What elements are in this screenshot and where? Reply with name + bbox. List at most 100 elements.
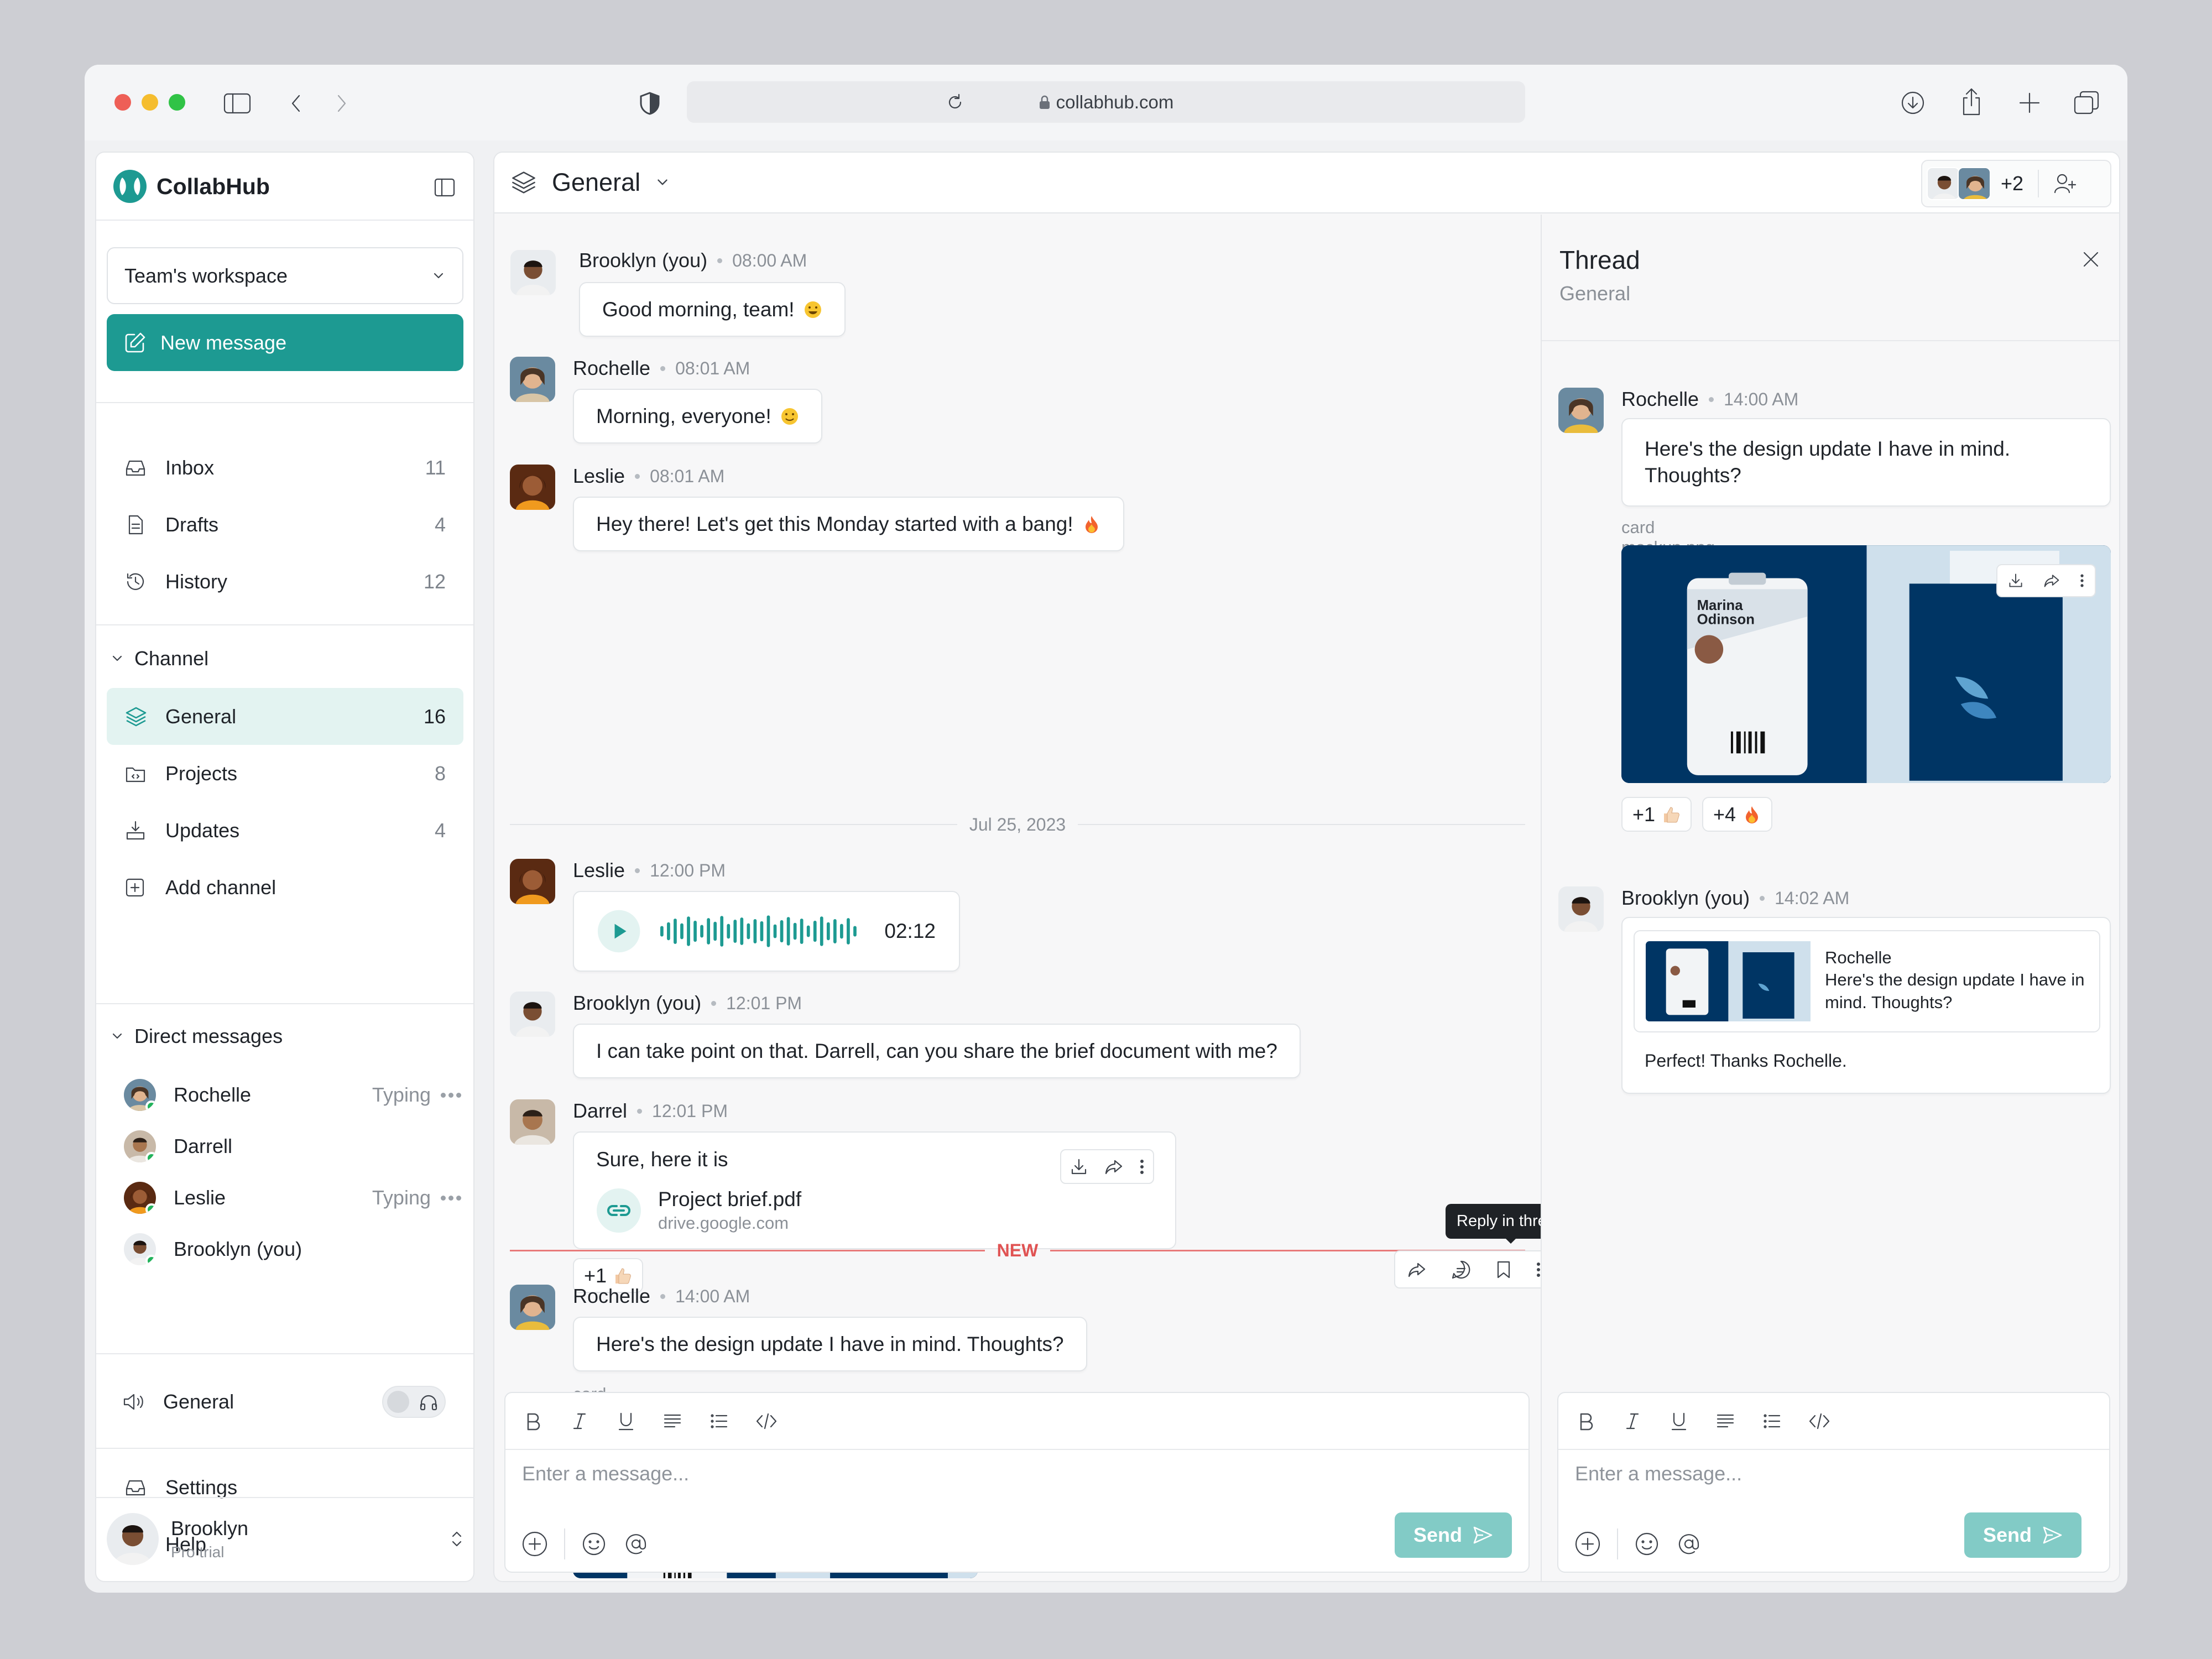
more-icon[interactable] — [1139, 1157, 1145, 1176]
member-avatar — [1958, 167, 1991, 200]
play-button-icon[interactable] — [597, 909, 640, 954]
avatar — [510, 357, 555, 402]
download-icon[interactable] — [1900, 90, 1926, 116]
sidebar-toggle-icon[interactable] — [223, 92, 252, 114]
add-channel-button[interactable]: Add channel — [107, 859, 463, 916]
channel-projects[interactable]: Projects 8 — [107, 745, 463, 802]
message-bubble[interactable]: Hey there! Let's get this Monday started… — [573, 497, 1124, 551]
list-icon[interactable] — [1762, 1411, 1782, 1431]
close-thread-icon[interactable] — [2080, 249, 2101, 270]
message-hover-actions — [1394, 1250, 1554, 1288]
download-icon[interactable] — [1070, 1157, 1088, 1176]
italic-icon[interactable] — [1623, 1411, 1642, 1431]
reload-icon[interactable] — [945, 92, 965, 112]
maximize-window-button[interactable] — [169, 94, 185, 111]
emoji-picker-icon[interactable] — [581, 1531, 607, 1557]
mention-icon[interactable] — [1676, 1531, 1702, 1557]
audio-waveform[interactable] — [660, 914, 861, 949]
nav-inbox[interactable]: Inbox 11 — [107, 439, 463, 496]
forward-icon[interactable] — [335, 92, 348, 114]
dm-leslie[interactable]: Leslie Typing — [124, 1176, 461, 1220]
online-indicator — [145, 1152, 156, 1162]
message-bubble[interactable]: Here's the design update I have in mind.… — [573, 1317, 1087, 1371]
image-attachment[interactable]: Marina Odinson — [1621, 545, 2111, 783]
message-input[interactable]: Enter a message... — [522, 1462, 689, 1485]
new-message-label: New message — [160, 331, 287, 354]
voice-channel-general[interactable]: General — [107, 1373, 463, 1430]
channel-switcher[interactable]: General — [510, 168, 670, 197]
layers-icon — [126, 707, 147, 726]
message-author: Leslie — [573, 859, 625, 881]
bold-icon[interactable] — [523, 1411, 543, 1431]
back-icon[interactable] — [289, 92, 302, 114]
italic-icon[interactable] — [570, 1411, 589, 1431]
message-bubble[interactable]: Rochelle Here's the design update I have… — [1621, 917, 2111, 1094]
file-attachment[interactable]: Project brief.pdf drive.google.com — [596, 1188, 801, 1233]
bookmark-icon[interactable] — [1495, 1260, 1512, 1280]
add-attachment-icon[interactable] — [1574, 1530, 1601, 1558]
forward-icon[interactable] — [2043, 572, 2060, 589]
channel-general[interactable]: General 16 — [107, 688, 463, 745]
minimize-window-button[interactable] — [142, 94, 158, 111]
align-icon[interactable] — [662, 1411, 682, 1431]
voice-toggle[interactable] — [382, 1385, 446, 1418]
browser-toolbar: collabhub.com — [85, 65, 2127, 140]
app-brand[interactable]: CollabHub — [113, 169, 270, 204]
nav-drafts[interactable]: Drafts 4 — [107, 496, 463, 553]
channel-updates[interactable]: Updates 4 — [107, 802, 463, 859]
dm-brooklyn[interactable]: Brooklyn (you) — [124, 1227, 461, 1271]
close-window-button[interactable] — [114, 94, 131, 111]
channel-section-toggle[interactable]: Channel — [110, 638, 208, 679]
dm-section-toggle[interactable]: Direct messages — [110, 1015, 283, 1057]
bold-icon[interactable] — [1576, 1411, 1596, 1431]
align-icon[interactable] — [1715, 1411, 1735, 1431]
waveform-bar — [773, 924, 777, 938]
new-tab-icon[interactable] — [2017, 91, 2042, 115]
code-icon[interactable] — [1808, 1411, 1830, 1431]
reply-in-thread-icon[interactable] — [1451, 1259, 1472, 1280]
download-icon[interactable] — [2007, 572, 2024, 589]
emoji-picker-icon[interactable] — [1634, 1531, 1660, 1557]
thumbs-up-emoji-icon — [1664, 806, 1679, 822]
workspace-select[interactable]: Team's workspace — [107, 247, 463, 304]
more-icon[interactable] — [2079, 572, 2085, 589]
new-label: NEW — [997, 1240, 1039, 1260]
dm-darrell[interactable]: Darrell — [124, 1124, 461, 1168]
settings-link[interactable]: Settings — [107, 1459, 463, 1516]
user-menu[interactable]: Brooklyn Pro trial — [107, 1513, 464, 1565]
message-bubble[interactable]: Good morning, team! — [579, 282, 846, 337]
underline-icon[interactable] — [1669, 1411, 1689, 1431]
code-icon[interactable] — [755, 1411, 778, 1431]
dm-rochelle[interactable]: Rochelle Typing — [124, 1073, 461, 1117]
message-bubble[interactable]: Here's the design update I have in mind.… — [1621, 418, 2111, 507]
share-icon[interactable] — [1959, 87, 1984, 117]
nav-history[interactable]: History 12 — [107, 553, 463, 610]
add-member-icon[interactable] — [2053, 173, 2077, 195]
send-button[interactable]: Send — [1395, 1512, 1512, 1558]
reaction-thumbs-up[interactable]: +1 — [1621, 797, 1692, 832]
message-bubble[interactable]: Morning, everyone! — [573, 389, 822, 444]
forward-icon[interactable] — [1407, 1260, 1427, 1279]
waveform-bar — [753, 919, 757, 943]
reaction-fire[interactable]: +4 — [1702, 797, 1773, 832]
forward-icon[interactable] — [1104, 1157, 1123, 1176]
thread-message-input[interactable]: Enter a message... — [1575, 1462, 1742, 1485]
toggle-knob — [387, 1390, 409, 1413]
underline-icon[interactable] — [616, 1411, 636, 1431]
address-bar[interactable]: collabhub.com — [687, 81, 1525, 123]
tab-overview-icon[interactable] — [2073, 90, 2100, 116]
mention-icon[interactable] — [623, 1531, 649, 1557]
online-indicator — [145, 1255, 156, 1265]
thread-send-button[interactable]: Send — [1964, 1512, 2081, 1558]
quoted-message[interactable]: Rochelle Here's the design update I have… — [1634, 930, 2100, 1032]
add-attachment-icon[interactable] — [521, 1530, 549, 1558]
channel-count: 4 — [434, 818, 446, 842]
message-time: 14:02 AM — [1775, 888, 1850, 908]
new-message-button[interactable]: New message — [107, 314, 463, 371]
message-bubble[interactable]: I can take point on that. Darrell, can y… — [573, 1024, 1301, 1078]
inbox-icon — [126, 460, 145, 476]
collapse-sidebar-icon[interactable] — [434, 178, 456, 197]
list-icon[interactable] — [709, 1411, 729, 1431]
shield-icon[interactable] — [639, 91, 661, 116]
channel-members[interactable]: +2 — [1921, 160, 2111, 207]
